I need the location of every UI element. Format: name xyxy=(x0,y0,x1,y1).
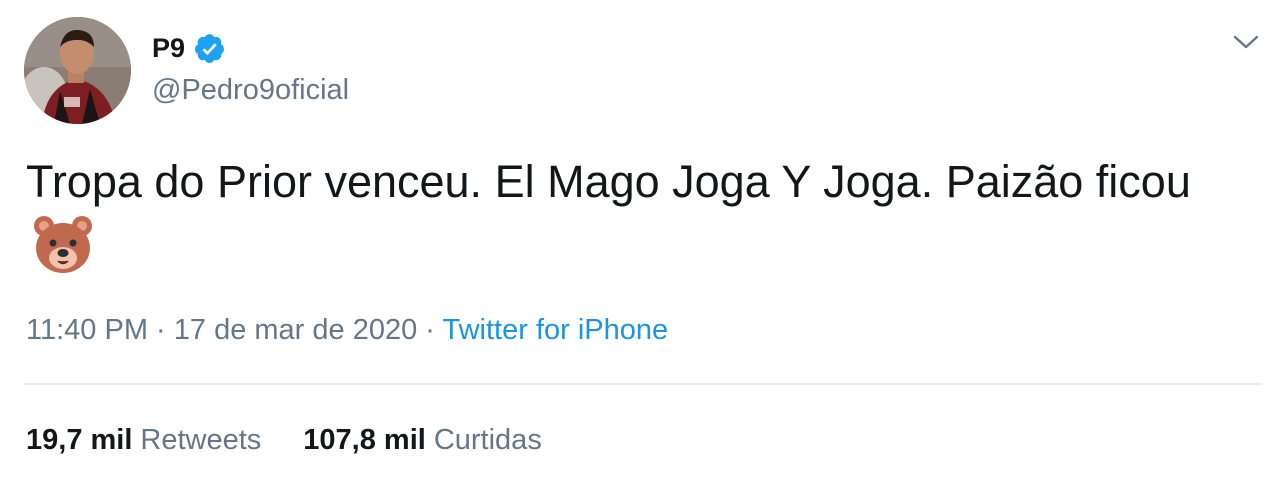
tweet-time[interactable]: 11:40 PM xyxy=(26,314,148,346)
profile-photo xyxy=(24,17,131,124)
divider xyxy=(24,383,1262,385)
user-handle[interactable]: @Pedro9oficial xyxy=(152,72,349,108)
meta-separator: · xyxy=(417,314,443,346)
likes-label: Curtidas xyxy=(433,424,542,456)
retweets-stat[interactable]: 19,7 mil Retweets xyxy=(26,420,261,460)
display-name[interactable]: P9 xyxy=(152,34,185,62)
tweet-date[interactable]: 17 de mar de 2020 xyxy=(174,314,417,346)
source-link[interactable]: Twitter for iPhone xyxy=(442,314,668,346)
likes-stat[interactable]: 107,8 mil Curtidas xyxy=(303,420,542,460)
retweets-label: Retweets xyxy=(140,424,262,456)
tweet-card: P9 @Pedro9oficial Tropa do Prior venceu.… xyxy=(0,0,1280,482)
retweets-count: 19,7 mil xyxy=(26,424,133,456)
avatar[interactable] xyxy=(24,17,131,124)
likes-count: 107,8 mil xyxy=(303,424,426,456)
tweet-body: Tropa do Prior venceu. El Mago Joga Y Jo… xyxy=(26,156,1191,207)
verified-badge-icon xyxy=(193,32,226,65)
tweet-meta: 11:40 PM · 17 de mar de 2020 · Twitter f… xyxy=(26,310,668,350)
bear-face-emoji xyxy=(32,214,94,276)
author-name-row: P9 xyxy=(152,28,226,68)
chevron-down-icon[interactable] xyxy=(1232,32,1260,52)
meta-separator: · xyxy=(147,314,174,346)
tweet-text: Tropa do Prior venceu. El Mago Joga Y Jo… xyxy=(26,150,1256,279)
tweet-stats: 19,7 mil Retweets 107,8 mil Curtidas xyxy=(26,420,542,460)
